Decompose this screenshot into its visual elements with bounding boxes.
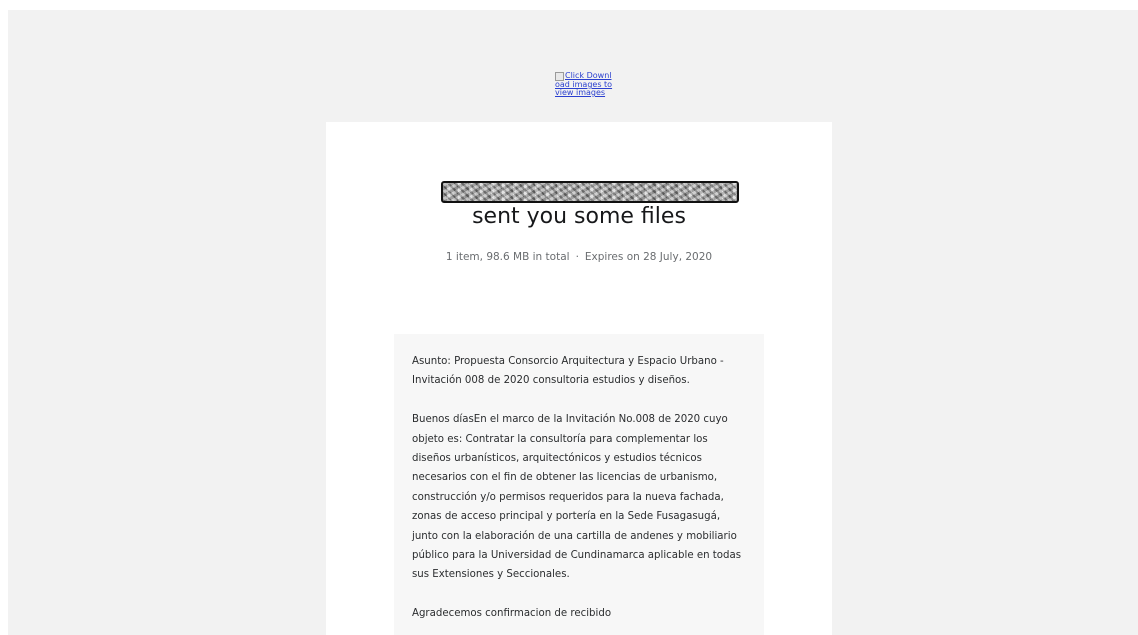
transfer-meta: 1 item, 98.6 MB in total · Expires on 28 J… [326, 251, 832, 263]
file-summary: 1 item, 98.6 MB in total [445, 251, 570, 263]
message-box: Asunto: Propuesta Consorcio Arquitectura… [394, 334, 764, 635]
email-viewport: Click Download images to view images sen… [8, 10, 1138, 635]
expiry-date: Expires on 28 July, 2020 [584, 251, 713, 263]
meta-separator: · [575, 251, 579, 263]
transfer-card: sent you some files 1 item, 98.6 MB in t… [326, 122, 832, 635]
headline: sent you some files [472, 204, 686, 229]
redacted-sender-name [441, 181, 739, 203]
message-subject: Asunto: Propuesta Consorcio Arquitectura… [412, 356, 724, 387]
message-closing: Agradecemos confirmacion de recibido [412, 608, 612, 620]
broken-logo-image-link[interactable]: Click Download images to view images [555, 72, 615, 118]
message-body: Buenos díasEn el marco de la Invitación … [412, 414, 742, 581]
